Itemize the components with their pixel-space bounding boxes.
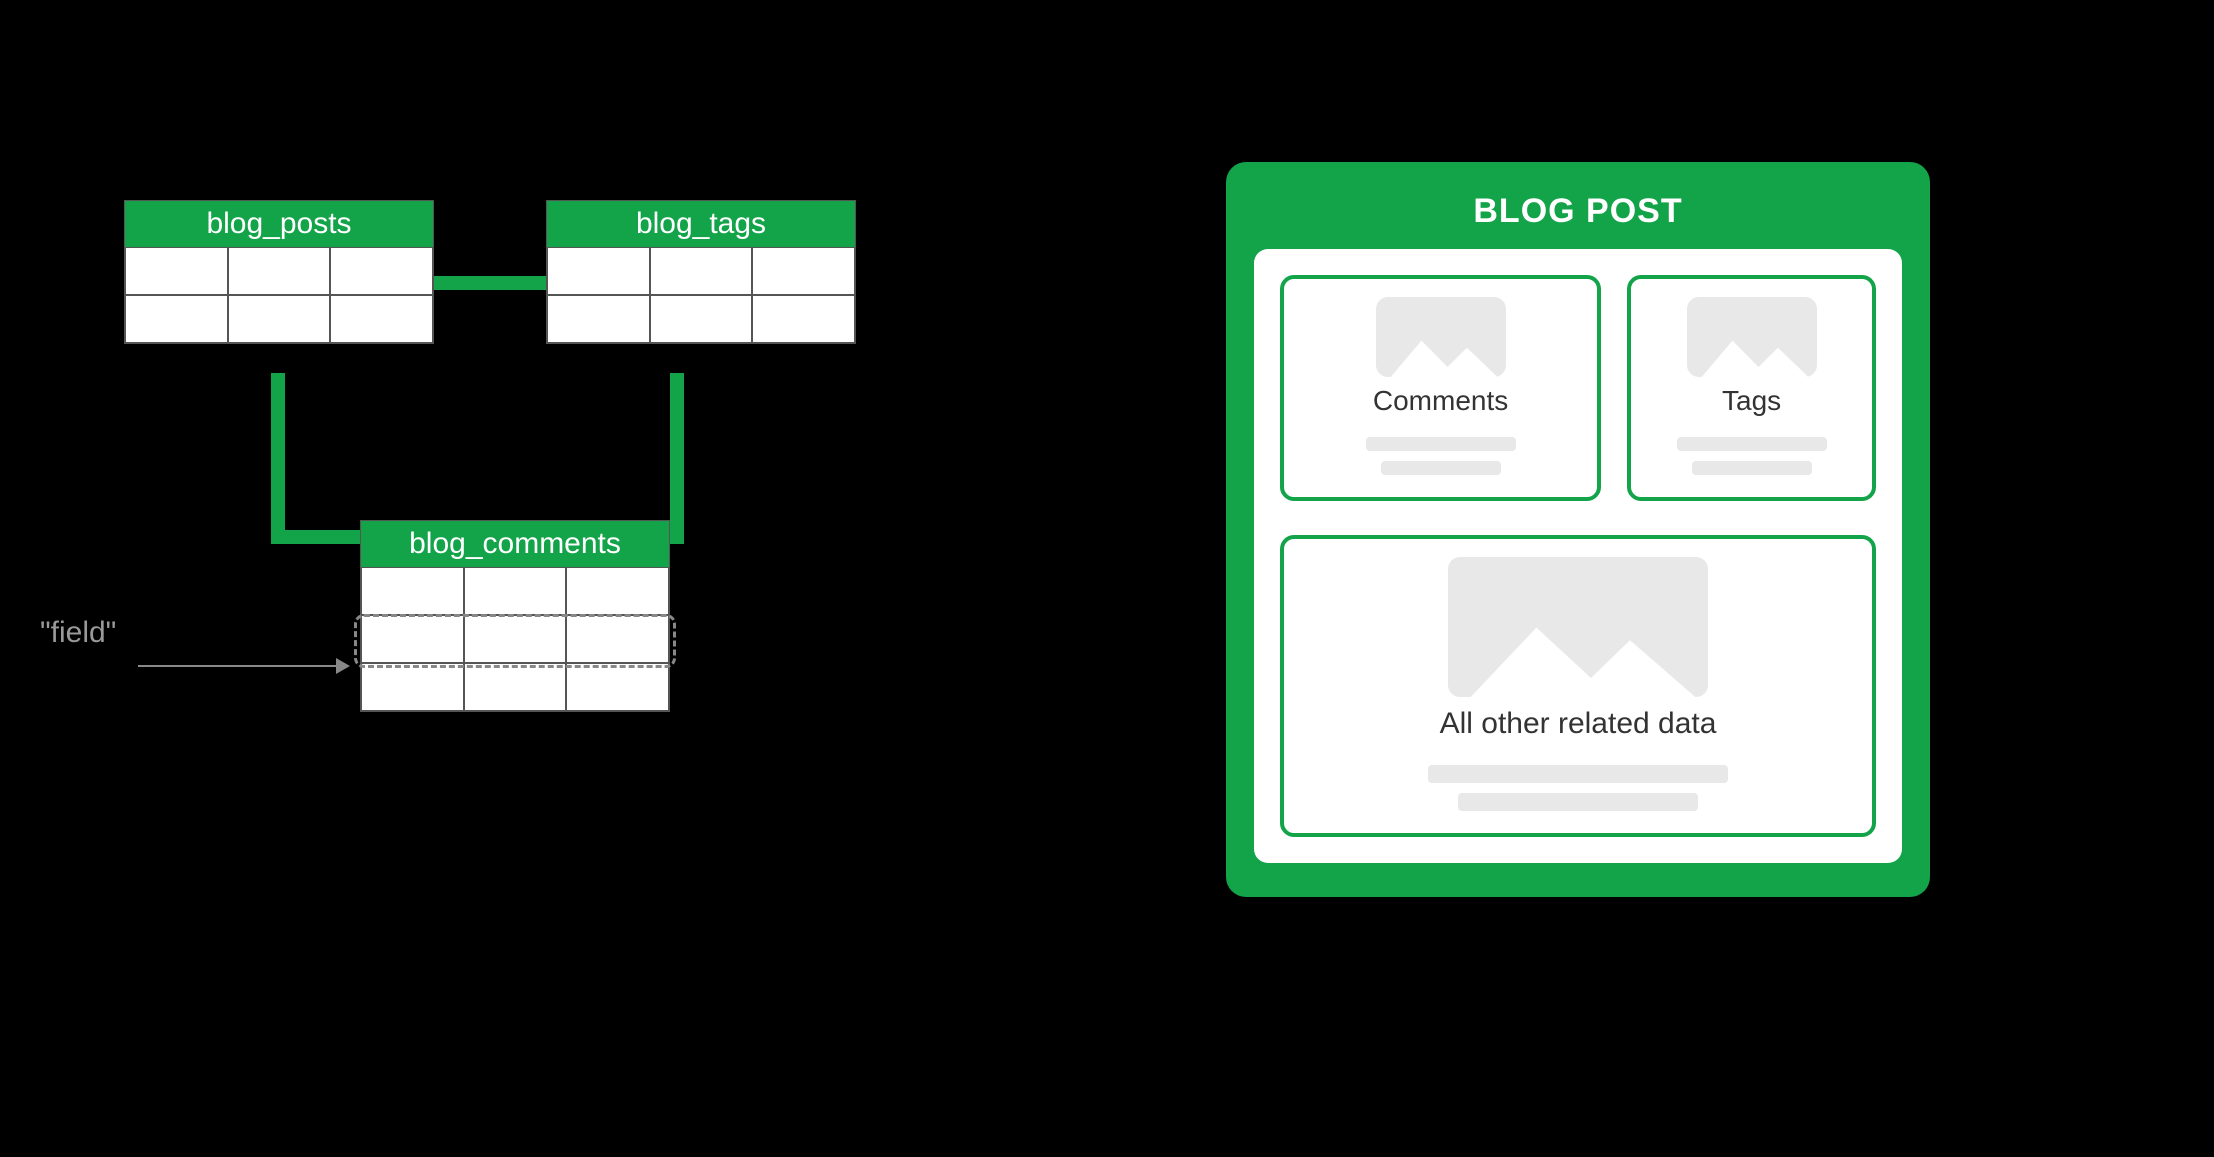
document-card: BLOG POST Comments [1226,162,1930,897]
subcard-other-label: All other related data [1440,707,1717,741]
table-cell [464,567,567,615]
table-cell [464,663,567,711]
table-cell [566,567,669,615]
subcard-comments-label: Comments [1373,385,1508,417]
table-cell [464,615,567,663]
placeholder-line [1692,461,1812,475]
document-top-row: Comments Tags [1280,275,1876,501]
subcard-other: All other related data [1280,535,1876,837]
table-cell [361,663,464,711]
table-cell [547,295,650,343]
placeholder-line [1366,437,1516,451]
table-cell [330,295,433,343]
connector-posts-tags [430,276,560,290]
field-label: "field" [40,616,116,650]
table-header-blog-tags: blog_tags [547,201,855,247]
table-cell [361,567,464,615]
table-cell [361,615,464,663]
table-grid-blog-posts [125,247,433,343]
table-cell [566,615,669,663]
document-body: Comments Tags [1254,249,1902,863]
placeholder-image-icon [1376,297,1506,377]
placeholder-image-icon [1448,557,1708,697]
table-blog-comments: blog_comments [360,520,670,712]
subcard-comments: Comments [1280,275,1601,501]
table-cell [547,247,650,295]
placeholder-line [1381,461,1501,475]
document-title: BLOG POST [1254,192,1902,231]
connector-tags-comments-v [670,373,684,543]
table-cell [650,295,753,343]
diagram-canvas: blog_posts blog_tags blog_comments [0,0,2214,1157]
placeholder-image-icon [1687,297,1817,377]
table-grid-blog-comments [361,567,669,711]
table-cell [566,663,669,711]
field-arrow-head [336,658,350,674]
table-blog-posts: blog_posts [124,200,434,344]
table-cell [650,247,753,295]
table-cell [752,295,855,343]
placeholder-line [1458,793,1698,811]
placeholder-line [1428,765,1728,783]
table-grid-blog-tags [547,247,855,343]
table-cell [125,295,228,343]
placeholder-line [1677,437,1827,451]
subcard-tags: Tags [1627,275,1876,501]
table-cell [752,247,855,295]
connector-posts-comments-v [271,373,285,543]
table-cell [330,247,433,295]
table-cell [228,295,331,343]
subcard-tags-label: Tags [1722,385,1781,417]
table-header-blog-comments: blog_comments [361,521,669,567]
table-blog-tags: blog_tags [546,200,856,344]
field-arrow-line [138,665,338,667]
table-cell [228,247,331,295]
table-header-blog-posts: blog_posts [125,201,433,247]
table-cell [125,247,228,295]
